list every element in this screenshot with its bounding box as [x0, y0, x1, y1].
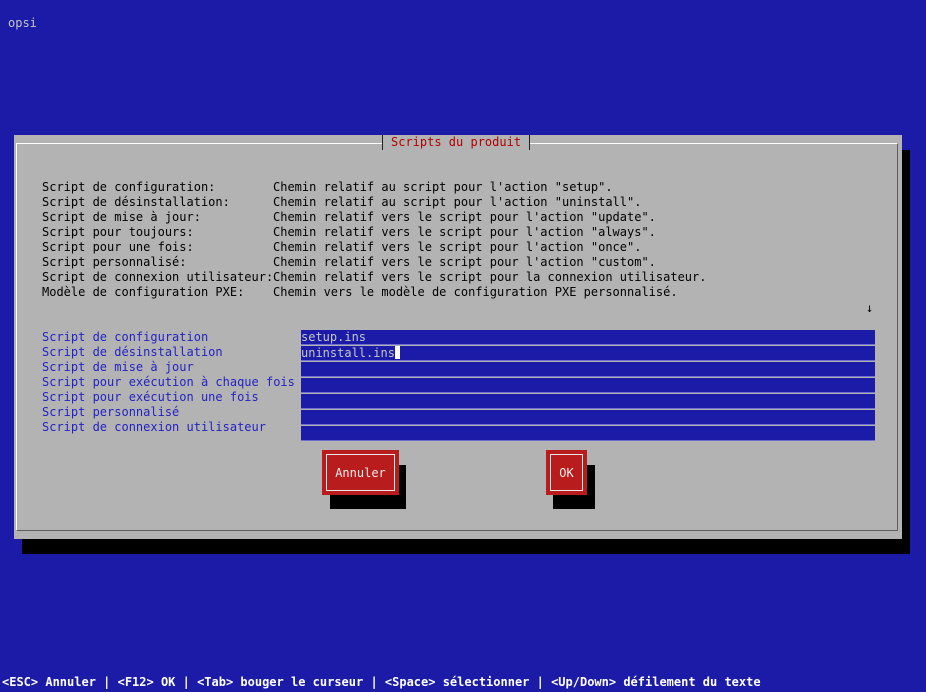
help-desc: Chemin relatif au script pour l'action "…: [273, 195, 642, 209]
dialog-title: Scripts du produit: [382, 135, 531, 150]
help-key: Script de configuration:: [42, 180, 216, 194]
update-script-input[interactable]: [301, 362, 875, 377]
help-row: Script de mise à jour: Chemin relatif ve…: [42, 210, 706, 225]
scroll-down-arrow-icon[interactable]: ↓: [866, 301, 873, 316]
label-always-script: Script pour exécution à chaque fois: [42, 375, 295, 389]
product-scripts-dialog: Scripts du produit Script de configurati…: [14, 135, 902, 539]
once-script-input[interactable]: [301, 394, 875, 409]
ok-button[interactable]: OK: [546, 450, 587, 495]
label-once-script: Script pour exécution une fois: [42, 390, 259, 404]
status-bar: <ESC> Annuler | <F12> OK | <Tab> bouger …: [2, 675, 761, 689]
user-login-script-input[interactable]: [301, 426, 875, 441]
always-script-input[interactable]: [301, 378, 875, 393]
help-row: Script pour toujours: Chemin relatif ver…: [42, 225, 706, 240]
label-setup-script: Script de configuration: [42, 330, 209, 344]
terminal-screen: { "app": { "title": "opsi" }, "dialog": …: [0, 0, 926, 692]
help-text: Script de configuration: Chemin relatif …: [42, 180, 706, 300]
help-desc: Chemin relatif vers le script pour l'act…: [273, 210, 656, 224]
help-key: Script personnalisé:: [42, 255, 187, 269]
setup-script-input[interactable]: setup.ins: [301, 330, 875, 345]
cancel-button[interactable]: Annuler: [322, 450, 399, 495]
script-fields: setup.ins uninstall.ins: [301, 330, 875, 442]
label-update-script: Script de mise à jour: [42, 360, 194, 374]
help-key: Script de désinstallation:: [42, 195, 230, 209]
label-uninstall-script: Script de désinstallation: [42, 345, 223, 359]
help-row: Modèle de configuration PXE: Chemin vers…: [42, 285, 706, 300]
help-row: Script de désinstallation: Chemin relati…: [42, 195, 706, 210]
help-key: Script pour une fois:: [42, 240, 194, 254]
help-row: Script de configuration: Chemin relatif …: [42, 180, 706, 195]
app-title: opsi: [8, 16, 37, 30]
help-row: Script pour une fois: Chemin relatif ver…: [42, 240, 706, 255]
help-key: Script pour toujours:: [42, 225, 194, 239]
help-desc: Chemin relatif au script pour l'action "…: [273, 180, 613, 194]
help-desc: Chemin relatif vers le script pour l'act…: [273, 225, 656, 239]
help-row: Script de connexion utilisateur: Chemin …: [42, 270, 706, 285]
help-desc: Chemin relatif vers le script pour l'act…: [273, 255, 656, 269]
help-key: Script de mise à jour:: [42, 210, 201, 224]
setup-script-value: setup.ins: [301, 330, 367, 344]
help-desc: Chemin vers le modèle de configuration P…: [273, 285, 678, 299]
help-key: Script de connexion utilisateur:: [42, 270, 274, 284]
help-row: Script personnalisé: Chemin relatif vers…: [42, 255, 706, 270]
label-custom-script: Script personnalisé: [42, 405, 180, 419]
field-labels: Script de configuration Script de désins…: [42, 330, 295, 435]
help-desc: Chemin relatif vers le script pour la co…: [273, 270, 707, 284]
cancel-button-label: Annuler: [326, 454, 395, 491]
help-desc: Chemin relatif vers le script pour l'act…: [273, 240, 642, 254]
text-cursor: [394, 346, 400, 359]
uninstall-script-input[interactable]: uninstall.ins: [301, 346, 875, 361]
label-user-login-script: Script de connexion utilisateur: [42, 420, 266, 434]
custom-script-input[interactable]: [301, 410, 875, 425]
help-key: Modèle de configuration PXE:: [42, 285, 245, 299]
uninstall-script-value: uninstall.ins: [301, 346, 395, 360]
ok-button-label: OK: [550, 454, 583, 491]
